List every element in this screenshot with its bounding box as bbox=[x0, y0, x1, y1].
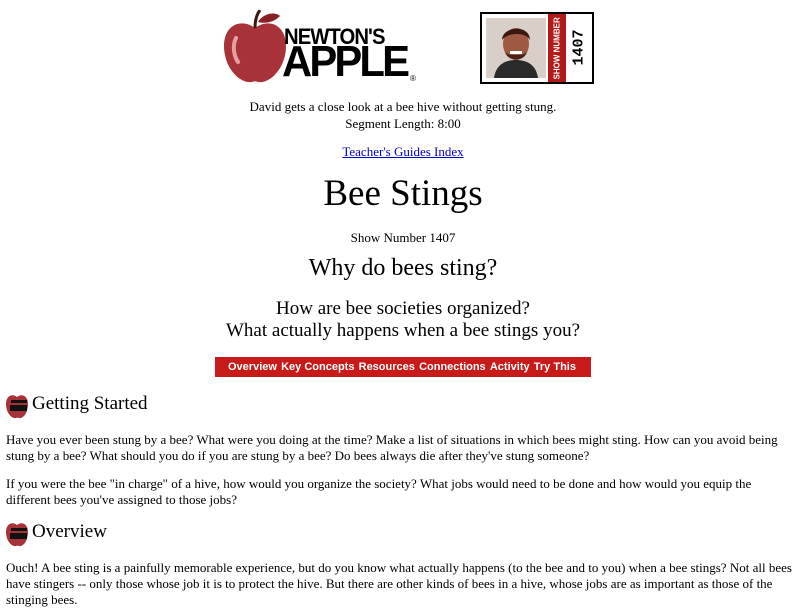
main-question: Why do bees sting? bbox=[308, 255, 498, 281]
description-text: David gets a close look at a bee hive wi… bbox=[249, 99, 557, 114]
nav-key-concepts[interactable]: Key Concepts bbox=[281, 361, 354, 373]
nav-try-this[interactable]: Try This bbox=[534, 361, 576, 373]
host-photo bbox=[486, 18, 546, 78]
sub-question-1: How are bee societies organized? bbox=[276, 298, 530, 319]
registered-mark: ® bbox=[410, 74, 416, 83]
paragraph: If you were the bee "in charge" of a hiv… bbox=[6, 476, 752, 507]
sub-question-2: What actually happens when a bee stings … bbox=[225, 320, 581, 341]
nav-connections[interactable]: Connections bbox=[419, 361, 486, 373]
index-link-row: Teacher's Guides Index bbox=[0, 144, 800, 160]
segment-description: David gets a close look at a bee hive wi… bbox=[0, 98, 800, 132]
section-heading-text: Getting Started bbox=[32, 393, 148, 414]
segment-length: Segment Length: 8:00 bbox=[345, 116, 461, 131]
section-navbar: Overview Key Concepts Resources Connecti… bbox=[215, 357, 591, 377]
mini-logo-icon bbox=[6, 395, 28, 419]
logo-line2: APPLE bbox=[282, 37, 410, 86]
newtons-apple-logo: NEWTON'S APPLE ® bbox=[222, 10, 422, 84]
nav-overview[interactable]: Overview bbox=[228, 361, 277, 373]
nav-resources[interactable]: Resources bbox=[359, 361, 415, 373]
show-number-badge: SHOW NUMBER 1407 bbox=[480, 12, 594, 84]
mini-logo-icon bbox=[6, 523, 28, 547]
section-heading-text: Overview bbox=[32, 521, 107, 542]
show-number-value: 1407 bbox=[570, 29, 588, 66]
apple-icon bbox=[224, 10, 286, 83]
show-number-label: SHOW NUMBER bbox=[548, 14, 566, 82]
paragraph: Have you ever been stung by a bee? What … bbox=[6, 432, 778, 463]
paragraph: Ouch! A bee sting is a painfully memorab… bbox=[6, 560, 792, 607]
teachers-guides-index-link[interactable]: Teacher's Guides Index bbox=[342, 144, 463, 159]
nav-activity[interactable]: Activity bbox=[490, 361, 530, 373]
show-number-text: Show Number 1407 bbox=[350, 230, 456, 245]
sub-questions: How are bee societies organized? What ac… bbox=[0, 298, 800, 342]
show-banner: NEWTON'S APPLE ® SHOW NUMBER 1407 bbox=[222, 8, 594, 84]
page-title: Bee Stings bbox=[323, 173, 483, 214]
